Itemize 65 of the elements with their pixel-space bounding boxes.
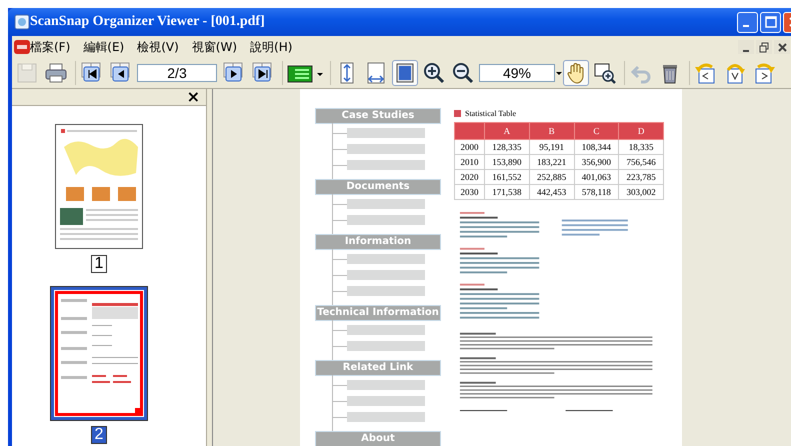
table-cell: 2030 bbox=[454, 184, 485, 200]
page-number-label: 1 bbox=[90, 255, 108, 273]
pdf-icon bbox=[14, 39, 30, 55]
page-thumbnail[interactable] bbox=[51, 287, 147, 420]
fit-page-button[interactable] bbox=[392, 60, 418, 86]
zoom-out-icon bbox=[451, 61, 475, 85]
app-icon bbox=[14, 14, 30, 30]
page-thumbnail[interactable] bbox=[55, 124, 143, 249]
zoom-in-icon bbox=[422, 61, 446, 85]
zoom-field[interactable]: 49% bbox=[479, 64, 555, 82]
mdi-close-button[interactable] bbox=[774, 40, 790, 54]
window-title: ScanSnap Organizer Viewer - [001.pdf] bbox=[30, 14, 266, 30]
zoom-out-button[interactable] bbox=[450, 60, 476, 86]
table-cell: 153,890 bbox=[484, 154, 530, 170]
zoom-rectangle-icon bbox=[593, 61, 617, 85]
printer-icon bbox=[44, 61, 68, 85]
menu-item[interactable]: 視窗(W) bbox=[192, 36, 244, 58]
table-cell: 303,002 bbox=[618, 184, 664, 200]
table-cell: 401,063 bbox=[574, 170, 619, 184]
table-cell: 252,885 bbox=[529, 170, 574, 184]
minimize-icon bbox=[743, 50, 749, 52]
column-header bbox=[454, 122, 485, 140]
zoom-in-button[interactable] bbox=[421, 60, 447, 86]
menu-item[interactable]: 檔案(F) bbox=[30, 36, 78, 58]
page-number-field[interactable]: 2/3 bbox=[137, 64, 217, 82]
section-heading: Information bbox=[316, 235, 440, 249]
column-header: C bbox=[574, 122, 619, 140]
mdi-restore-button[interactable] bbox=[756, 40, 772, 54]
column-header: A bbox=[484, 122, 530, 140]
section-heading: Technical Information bbox=[316, 306, 440, 320]
table-cell: 183,221 bbox=[529, 154, 574, 170]
table-cell: 128,335 bbox=[484, 140, 530, 154]
maximize-button[interactable] bbox=[760, 12, 781, 32]
table-cell: 2010 bbox=[454, 154, 485, 170]
section-heading: Related Link bbox=[316, 361, 440, 375]
table-cell: 108,344 bbox=[574, 140, 619, 154]
page-number-label: 2 bbox=[90, 426, 108, 444]
restore-icon bbox=[757, 40, 771, 54]
menu-item[interactable]: 編輯(E) bbox=[83, 36, 132, 58]
table-cell: 756,546 bbox=[618, 154, 664, 170]
section-heading: Case Studies bbox=[316, 109, 440, 123]
menu-item[interactable]: 檢視(V) bbox=[137, 36, 186, 58]
square-icon bbox=[454, 110, 461, 117]
table-cell: 18,335 bbox=[618, 140, 664, 154]
table-cell: 578,118 bbox=[574, 184, 619, 200]
hand-button[interactable] bbox=[563, 60, 589, 86]
minimize-button[interactable] bbox=[737, 12, 758, 32]
table-cell: 171,538 bbox=[484, 184, 530, 200]
maximize-icon bbox=[764, 16, 776, 28]
section-heading: Documents bbox=[316, 180, 440, 194]
table-cell: 161,552 bbox=[484, 170, 530, 184]
table-cell: 2020 bbox=[454, 170, 485, 184]
table-cell: 2000 bbox=[454, 140, 485, 154]
mdi-minimize-button[interactable] bbox=[738, 40, 754, 54]
menu-item[interactable]: 說明(H) bbox=[250, 36, 300, 58]
column-header: D bbox=[618, 122, 664, 140]
table-cell: 442,453 bbox=[529, 184, 574, 200]
section-heading: About bbox=[316, 432, 440, 446]
minimize-icon bbox=[742, 25, 748, 27]
close-button[interactable]: × bbox=[186, 89, 206, 105]
table-cell: 356,900 bbox=[574, 154, 619, 170]
table-cell: 223,785 bbox=[618, 170, 664, 184]
table-title: Statistical Table bbox=[465, 109, 516, 118]
column-header: B bbox=[529, 122, 574, 140]
table-cell: 95,191 bbox=[529, 140, 574, 154]
